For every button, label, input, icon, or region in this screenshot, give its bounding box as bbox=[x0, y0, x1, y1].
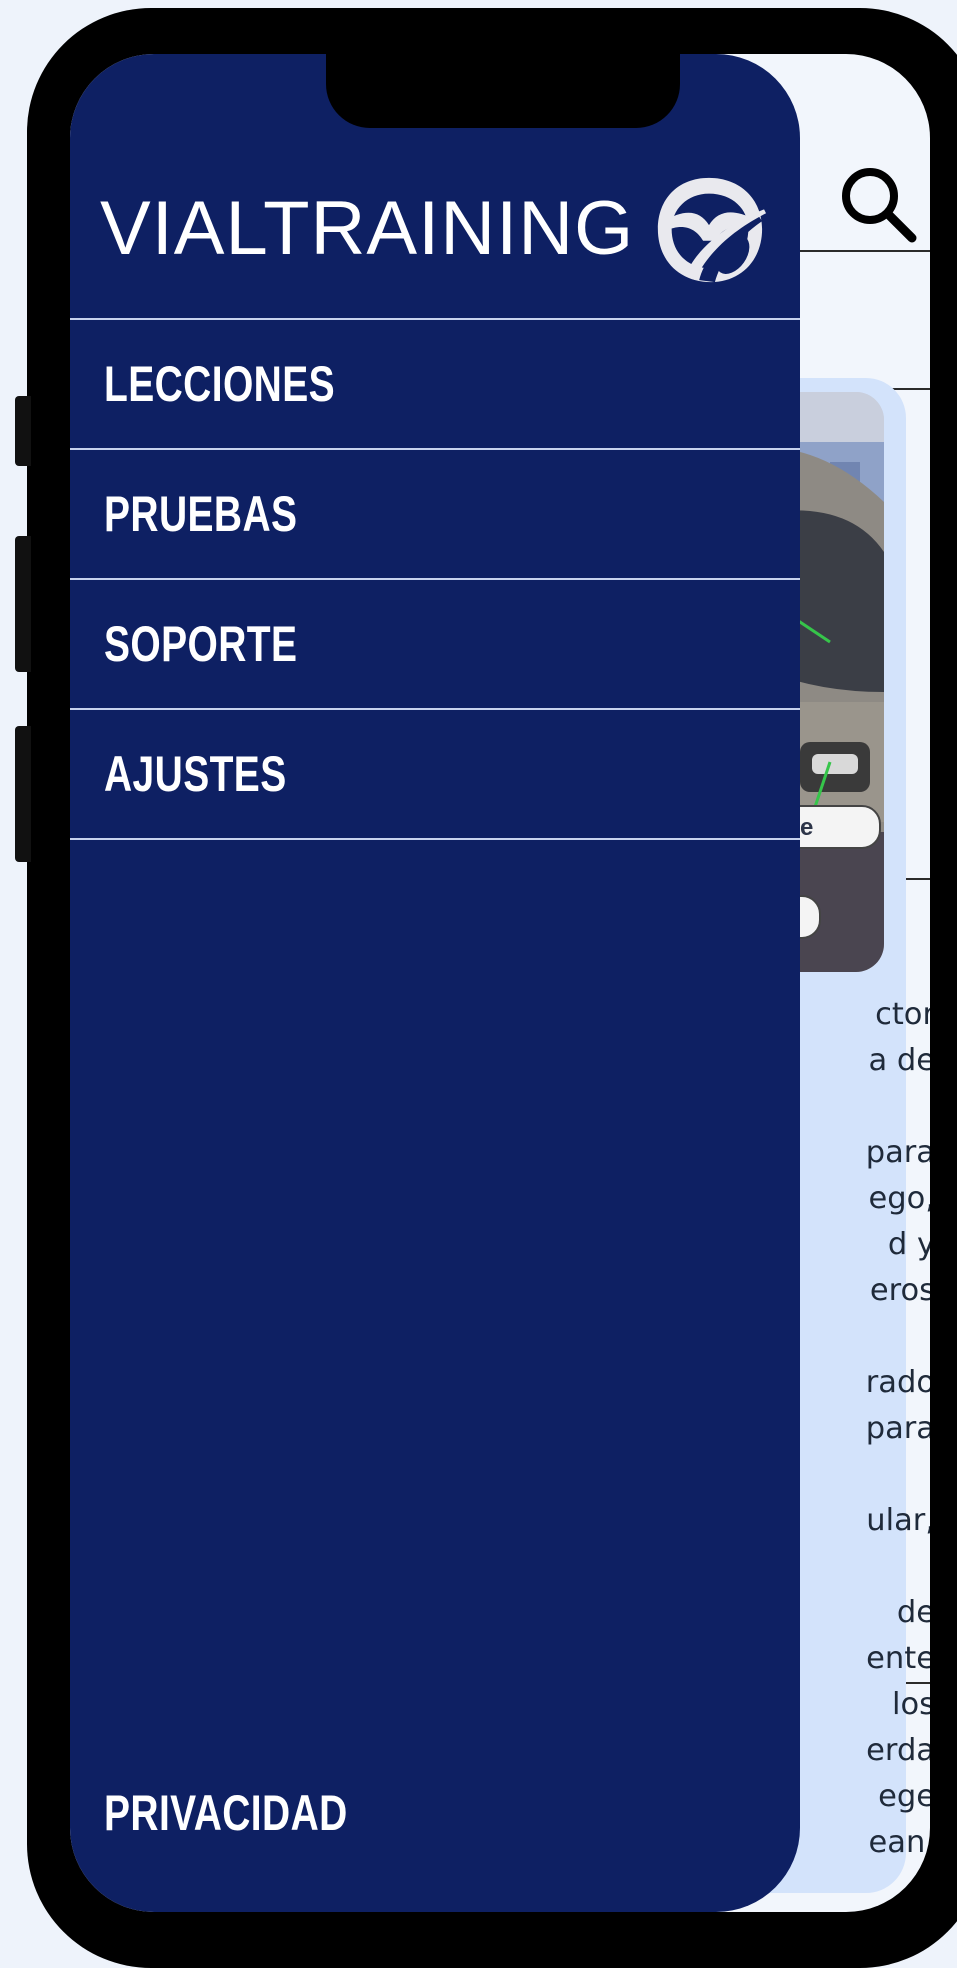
side-button-mute bbox=[15, 396, 31, 466]
side-button-volume-down bbox=[15, 726, 31, 862]
menu-item-soporte[interactable]: SOPORTE bbox=[70, 580, 800, 710]
phone-notch bbox=[326, 54, 680, 128]
menu-item-pruebas[interactable]: PRUEBAS bbox=[70, 450, 800, 580]
menu-item-label: AJUSTES bbox=[104, 746, 287, 802]
menu-item-label: SOPORTE bbox=[104, 616, 298, 672]
side-button-volume-up bbox=[15, 536, 31, 672]
search-icon[interactable] bbox=[838, 164, 918, 244]
brand-header[interactable]: VIALTRAINING bbox=[100, 164, 768, 294]
menu-item-ajustes[interactable]: AJUSTES bbox=[70, 710, 800, 840]
drawer-menu: LECCIONES PRUEBAS SOPORTE AJUSTES bbox=[70, 318, 800, 840]
menu-item-label: PRUEBAS bbox=[104, 486, 298, 542]
navigation-drawer: VIALTRAINING LECCIONES PRUEBAS SOPORTE A… bbox=[70, 54, 800, 1912]
menu-item-label: LECCIONES bbox=[104, 356, 336, 412]
brand-name: VIALTRAINING bbox=[100, 186, 635, 271]
steering-wheel-logo-icon bbox=[658, 177, 767, 283]
privacy-link[interactable]: PRIVACIDAD bbox=[104, 1784, 348, 1842]
menu-item-lecciones[interactable]: LECCIONES bbox=[70, 320, 800, 450]
